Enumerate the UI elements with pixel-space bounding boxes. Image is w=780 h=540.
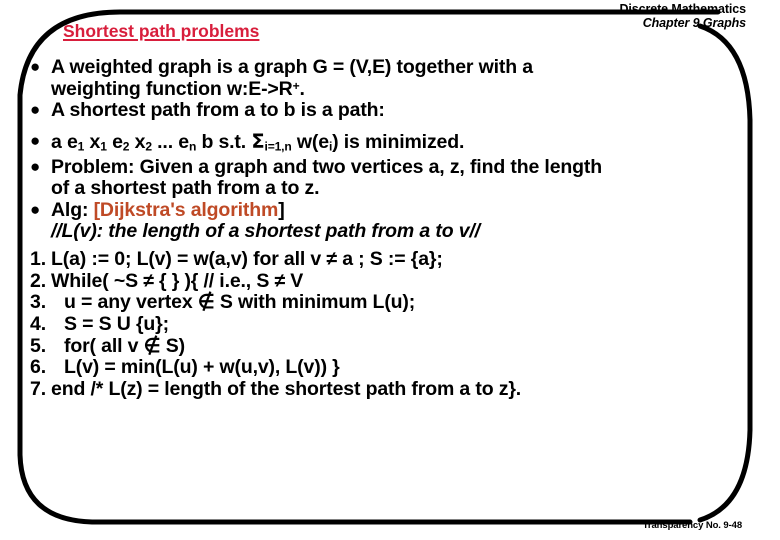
- problem-line2: of a shortest path from a to z.: [51, 177, 320, 200]
- course-title: Discrete Mathematics: [619, 2, 746, 16]
- step-text: u = any vertex ∉ S with minimum L(u);: [64, 291, 416, 314]
- weighted-graph-line2-post: .: [299, 77, 305, 100]
- course-header: Discrete Mathematics Chapter 9 Graphs: [619, 2, 746, 30]
- algorithm-comment: //L(v): the length of a shortest path fr…: [51, 220, 480, 243]
- step-number: 7.: [30, 377, 46, 400]
- chapter-label: Chapter 9 Graphs: [642, 16, 746, 30]
- step-number: 1.: [30, 248, 46, 271]
- formula-suffix: ) is minimized.: [332, 130, 465, 153]
- algorithm-step-1: 1. L(a) := 0; L(v) = w(a,v) for all v ≠ …: [30, 248, 760, 271]
- problem-line1: Problem: Given a graph and two vertices …: [51, 155, 603, 178]
- summation-symbol: Σ: [251, 129, 265, 153]
- page-title: Shortest path problems: [63, 21, 260, 41]
- step-text: L(v) = min(L(u) + w(u,v), L(v)) }: [64, 356, 340, 379]
- weighted-graph-line2-pre: weighting function w:E->R: [51, 77, 293, 100]
- bullet-algorithm-name: ● Alg: [Dijkstra's algorithm]: [30, 198, 760, 222]
- formula-mid-5: b s.t.: [196, 130, 252, 153]
- bullet-minimization-formula: ● a e1 x1 e2 x2 ... en b s.t. Σi=1,n w(e…: [30, 131, 760, 154]
- step-text: end /* L(z) = length of the shortest pat…: [51, 377, 522, 400]
- shortest-path-line1: A shortest path from a to b is a path:: [51, 99, 385, 122]
- bullet-weighted-graph-text: A weighted graph is a graph G = (V,E) to…: [51, 56, 760, 100]
- weighted-graph-superscript: +: [292, 78, 300, 93]
- algorithm-step-6: 6. L(v) = min(L(u) + w(u,v), L(v)) }: [30, 357, 760, 379]
- algorithm-step-7: 7. end /* L(z) = length of the shortest …: [30, 377, 760, 401]
- algorithm-step-5: 5. for( all v ∉ S): [30, 334, 760, 358]
- alg-label: Alg:: [51, 198, 94, 221]
- slide-body: ● A weighted graph is a graph G = (V,E) …: [30, 56, 760, 401]
- transparency-number: Transparency No. 9-48: [642, 520, 742, 531]
- weighted-graph-line1: A weighted graph is a graph G = (V,E) to…: [51, 56, 533, 78]
- formula-prefix: a e: [51, 130, 78, 153]
- algorithm-name-text: Alg: [Dijkstra's algorithm]: [51, 198, 760, 222]
- formula-mid-2: e: [106, 130, 123, 153]
- bullet-icon: ●: [30, 130, 41, 150]
- bullet-icon: ●: [30, 199, 41, 219]
- alg-bracket-close: ]: [278, 198, 285, 221]
- formula-sub-4: 2: [145, 139, 152, 154]
- summation-range: i=1,n: [264, 139, 292, 154]
- bullet-shortest-path-def: ● A shortest path from a to b is a path:: [30, 100, 760, 122]
- step-text: L(a) := 0; L(v) = w(a,v) for all v ≠ a ;…: [51, 248, 443, 271]
- problem-statement-text: Problem: Given a graph and two vertices …: [51, 155, 760, 200]
- formula-text: a e1 x1 e2 x2 ... en b s.t. Σi=1,n w(ei)…: [51, 131, 760, 154]
- alg-accent-text: Dijkstra's algorithm: [99, 198, 279, 221]
- bullet-icon: ●: [30, 57, 41, 76]
- bullet-weighted-graph-def: ● A weighted graph is a graph G = (V,E) …: [30, 56, 760, 100]
- algorithm-step-2: 2. While( ~S ≠ { } ){ // i.e., S ≠ V: [30, 269, 760, 293]
- step-text: for( all v ∉ S): [64, 334, 185, 357]
- formula-mid-6: w(e: [291, 130, 329, 153]
- step-number: 6.: [30, 356, 46, 379]
- step-number: 2.: [30, 269, 46, 292]
- formula-mid-1: x: [84, 130, 101, 153]
- step-number: 5.: [30, 334, 46, 357]
- step-text: While( ~S ≠ { } ){ // i.e., S ≠ V: [51, 269, 304, 292]
- bullet-problem-statement: ● Problem: Given a graph and two vertice…: [30, 155, 760, 200]
- bullet-icon: ●: [30, 156, 41, 176]
- algorithm-step-4: 4. S = S U {u};: [30, 313, 760, 336]
- formula-mid-3: x: [129, 130, 146, 153]
- slide-canvas: Discrete Mathematics Chapter 9 Graphs Sh…: [0, 0, 780, 540]
- formula-sub-2: 1: [100, 139, 107, 154]
- step-text: S = S U {u};: [64, 313, 169, 336]
- step-number: 3.: [30, 291, 46, 314]
- algorithm-step-3: 3. u = any vertex ∉ S with minimum L(u);: [30, 292, 760, 314]
- formula-mid-4: ... e: [151, 130, 189, 153]
- bullet-icon: ●: [30, 100, 41, 120]
- step-number: 4.: [30, 313, 46, 336]
